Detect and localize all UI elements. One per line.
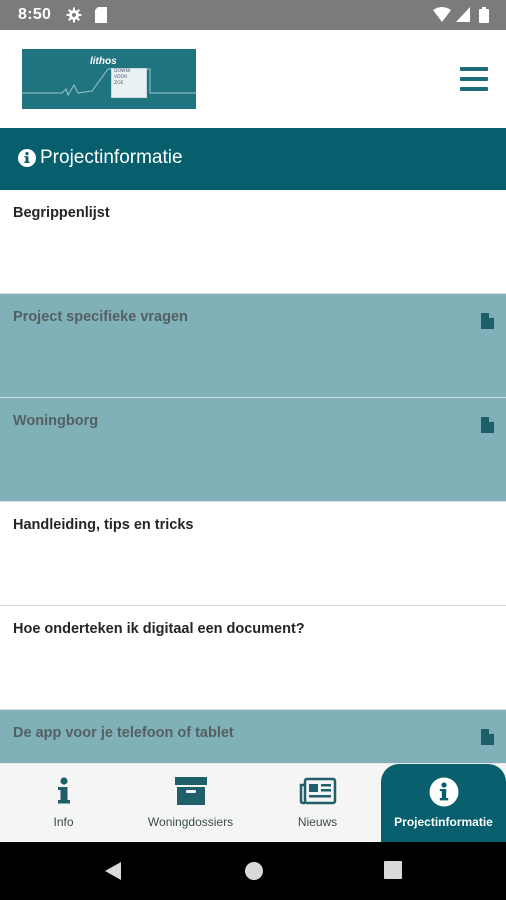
list-item-label: Handleiding, tips en tricks — [13, 517, 194, 533]
back-icon[interactable] — [103, 861, 123, 886]
nav-projectinformatie[interactable]: Projectinformatie — [381, 764, 506, 843]
list-item-begrippenlijst[interactable]: Begrippenlijst — [0, 190, 506, 294]
bottom-nav: Info Woningdossiers Nieuws Projectinform… — [0, 763, 506, 843]
list-item-label: Begrippenlijst — [13, 205, 110, 221]
nav-label: Info — [53, 815, 74, 829]
nav-nieuws[interactable]: Nieuws — [254, 764, 381, 843]
document-icon — [481, 417, 494, 438]
list-item-project-specifieke-vragen[interactable]: Project specifieke vragen — [0, 294, 506, 398]
document-list: Begrippenlijst Project specifieke vragen… — [0, 190, 506, 763]
nav-woningdossiers[interactable]: Woningdossiers — [127, 764, 254, 843]
list-item-label: Hoe onderteken ik digitaal een document? — [13, 621, 305, 637]
list-item-label: De app voor je telefoon of tablet — [13, 725, 234, 741]
nav-label: Projectinformatie — [394, 815, 493, 829]
list-item-label: Project specifieke vragen — [13, 309, 188, 325]
list-item-woningborg[interactable]: Woningborg — [0, 398, 506, 502]
document-icon — [481, 313, 494, 334]
status-bar: 8:50 — [0, 0, 506, 30]
section-header: Projectinformatie — [0, 128, 506, 190]
signal-icon — [456, 7, 470, 27]
sd-card-icon — [95, 7, 107, 28]
info-circle-icon — [18, 149, 36, 172]
hamburger-menu-icon[interactable] — [457, 65, 491, 93]
system-nav-bar — [0, 842, 506, 900]
list-item-app-telefoon-tablet[interactable]: De app voor je telefoon of tablet — [0, 710, 506, 763]
app-bar: lithos DOWNI VOOR ZOE — [0, 30, 506, 128]
logo-document: DOWNI VOOR ZOE — [111, 68, 147, 98]
list-item-handleiding[interactable]: Handleiding, tips en tricks — [0, 502, 506, 606]
battery-icon — [479, 7, 489, 28]
nav-label: Nieuws — [297, 815, 338, 829]
logo-brand: lithos — [90, 56, 117, 67]
recents-icon[interactable] — [384, 861, 402, 884]
home-icon[interactable] — [244, 861, 264, 886]
company-logo: lithos DOWNI VOOR ZOE — [22, 49, 196, 109]
nav-info[interactable]: Info — [0, 764, 127, 843]
document-icon — [481, 729, 494, 750]
list-item-digitaal-ondertekenen[interactable]: Hoe onderteken ik digitaal een document? — [0, 606, 506, 710]
wifi-icon — [433, 7, 451, 27]
logo-line: ZOE — [114, 81, 124, 86]
nav-label: Woningdossiers — [147, 815, 234, 829]
status-time: 8:50 — [18, 6, 52, 23]
page-title: Projectinformatie — [40, 147, 183, 168]
list-item-label: Woningborg — [13, 413, 99, 429]
settings-icon — [66, 7, 82, 28]
